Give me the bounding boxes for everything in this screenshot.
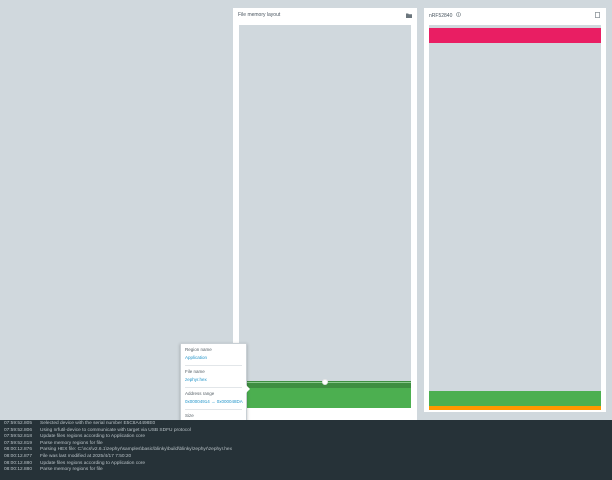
- size-label: Size: [185, 413, 194, 418]
- tooltip-file-name: File name zephyr.hex: [185, 366, 242, 388]
- tooltip-address-range: Address range 0x00004914 → 0x000048DA: [185, 388, 243, 410]
- log-entry: 08:00:12.876 Parsing HEX file: C:\ncs\v2.…: [4, 447, 608, 454]
- log-message: Selected device with the serial number E…: [40, 421, 156, 426]
- device-memory-layout-panel: nRF52840: [424, 8, 606, 412]
- log-timestamp: 08:00:12.876: [4, 447, 33, 453]
- log-panel[interactable]: 07:59:52.805 Selected device with the ser…: [0, 420, 612, 480]
- log-timestamp: 08:00:12.880: [4, 467, 33, 473]
- log-entry: 08:00:12.880 Parse memory regions for fil…: [4, 467, 608, 474]
- log-message: Parse memory regions for file: [40, 467, 103, 473]
- panel-title: File memory layout: [238, 12, 281, 18]
- log-timestamp: 07:59:52.818: [4, 434, 33, 440]
- file-name-value: zephyr.hex: [185, 377, 207, 382]
- file-memory-layout-panel: File memory layout: [233, 8, 417, 420]
- log-message: File was last modified at 2025/4/17 7:50…: [40, 453, 132, 459]
- file-memory-layout-header: File memory layout: [233, 8, 417, 22]
- folder-icon[interactable]: [405, 12, 412, 19]
- log-timestamp: 08:00:12.877: [4, 453, 33, 459]
- region-name-label: Region name: [185, 347, 212, 352]
- tooltip-region-name: Region name Application: [185, 344, 242, 366]
- file-name-label: File name: [185, 369, 205, 374]
- document-icon[interactable]: [594, 12, 601, 19]
- log-timestamp: 07:59:52.805: [4, 421, 33, 426]
- log-entry: 07:59:52.805 Selected device with the ser…: [4, 421, 608, 428]
- application-region[interactable]: [239, 387, 411, 408]
- log-entry: 08:00:12.877 File was last modified at 20…: [4, 454, 608, 461]
- log-entry: 07:59:52.818 Update files regions accordi…: [4, 434, 608, 441]
- info-icon[interactable]: [455, 11, 461, 19]
- device-memory-layout-header: nRF52840: [424, 8, 606, 22]
- device-title: nRF52840: [429, 12, 453, 19]
- address-range-label: Address range: [185, 391, 215, 396]
- log-message: Update files regions according to Applic…: [40, 434, 146, 440]
- log-message: Update files regions according to Applic…: [40, 460, 146, 466]
- device-memory-map: [429, 25, 601, 410]
- device-bottom-region[interactable]: [429, 406, 601, 410]
- log-message: Parsing HEX file: C:\ncs\v2.6.1\zephyr\s…: [40, 447, 232, 453]
- address-range-value: 0x00004914 → 0x000048DA: [185, 399, 243, 404]
- device-application-region[interactable]: [429, 391, 601, 406]
- region-name-value: Application: [185, 355, 208, 360]
- device-top-region[interactable]: [429, 28, 601, 43]
- file-memory-map: [239, 25, 411, 408]
